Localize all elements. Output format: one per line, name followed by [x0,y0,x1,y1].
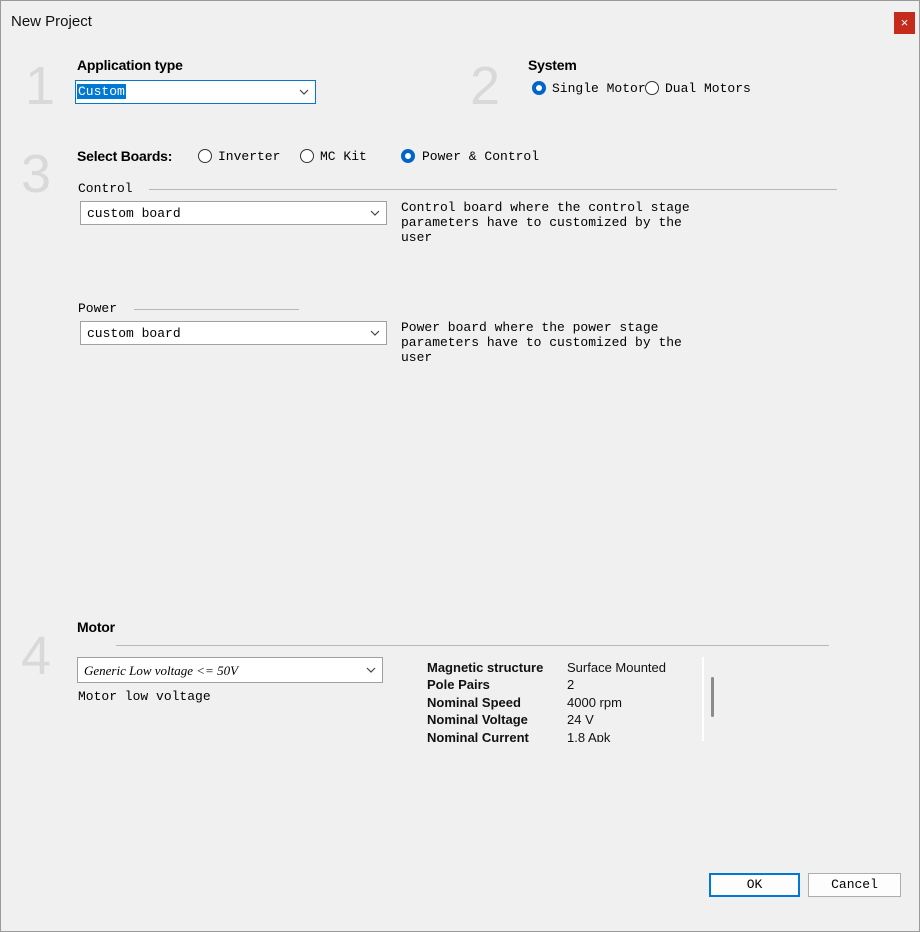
chevron-down-icon [370,330,380,336]
dual-motors-radio[interactable] [645,81,659,95]
spec-label: Nominal Speed [427,695,521,710]
application-type-dropdown[interactable]: Custom [75,80,316,104]
control-board-value: custom board [87,206,181,221]
spec-label: Magnetic structure [427,660,544,675]
motor-dropdown[interactable]: Generic Low voltage <= 50V [77,657,383,683]
specs-scrollbar-thumb[interactable] [711,677,714,717]
single-motor-radio[interactable] [532,81,546,95]
mc-kit-radio[interactable] [300,149,314,163]
spec-label: Nominal Current [427,730,529,742]
spec-value: 4000 rpm [567,695,622,710]
spec-value: 24 V [567,712,594,727]
window-title: New Project [11,13,92,30]
spec-value: 1.8 Apk [567,730,611,742]
power-board-value: custom board [87,326,181,341]
step-number-1: 1 [25,56,56,116]
control-board-description: Control board where the control stage pa… [401,200,690,245]
power-board-description: Power board where the power stage parame… [401,320,682,365]
motor-value: Generic Low voltage <= 50V [84,663,239,678]
power-board-dropdown[interactable]: custom board [80,321,387,345]
control-board-dropdown[interactable]: custom board [80,201,387,225]
chevron-down-icon [299,89,309,95]
motor-caption: Motor low voltage [78,689,211,704]
step-number-4: 4 [21,626,52,686]
chevron-down-icon [366,667,376,673]
close-button[interactable]: × [894,12,915,34]
step-number-2: 2 [470,56,501,116]
mc-kit-label[interactable]: MC Kit [320,149,367,164]
spec-label: Pole Pairs [427,677,490,692]
motor-divider [116,645,829,646]
motor-heading: Motor [77,619,115,635]
spec-value: Surface Mounted [567,660,667,675]
application-type-value: Custom [77,84,126,99]
chevron-down-icon [370,210,380,216]
power-control-label[interactable]: Power & Control [422,149,539,164]
power-label: Power [78,301,118,316]
application-type-heading: Application type [77,57,183,73]
spec-value: 2 [567,677,575,692]
select-boards-heading: Select Boards: [77,148,173,164]
spec-label: Nominal Voltage [427,712,528,727]
inverter-radio[interactable] [198,149,212,163]
ok-button[interactable]: OK [709,873,800,897]
inverter-label[interactable]: Inverter [218,149,280,164]
close-icon: × [900,15,909,30]
power-divider [134,309,299,310]
specs-panel-edge [702,657,704,741]
single-motor-label[interactable]: Single Motor [552,81,646,96]
power-control-radio[interactable] [401,149,415,163]
new-project-dialog: New Project × 1 2 3 4 Application type C… [0,0,920,932]
title-bar[interactable]: New Project × [1,1,919,41]
cancel-button[interactable]: Cancel [808,873,901,897]
step-number-3: 3 [21,144,52,204]
control-divider [149,189,837,190]
system-heading: System [528,57,577,73]
motor-specs-panel: Magnetic structure Surface Mounted Pole … [421,655,703,742]
control-label: Control [78,181,133,196]
dual-motors-label[interactable]: Dual Motors [665,81,751,96]
